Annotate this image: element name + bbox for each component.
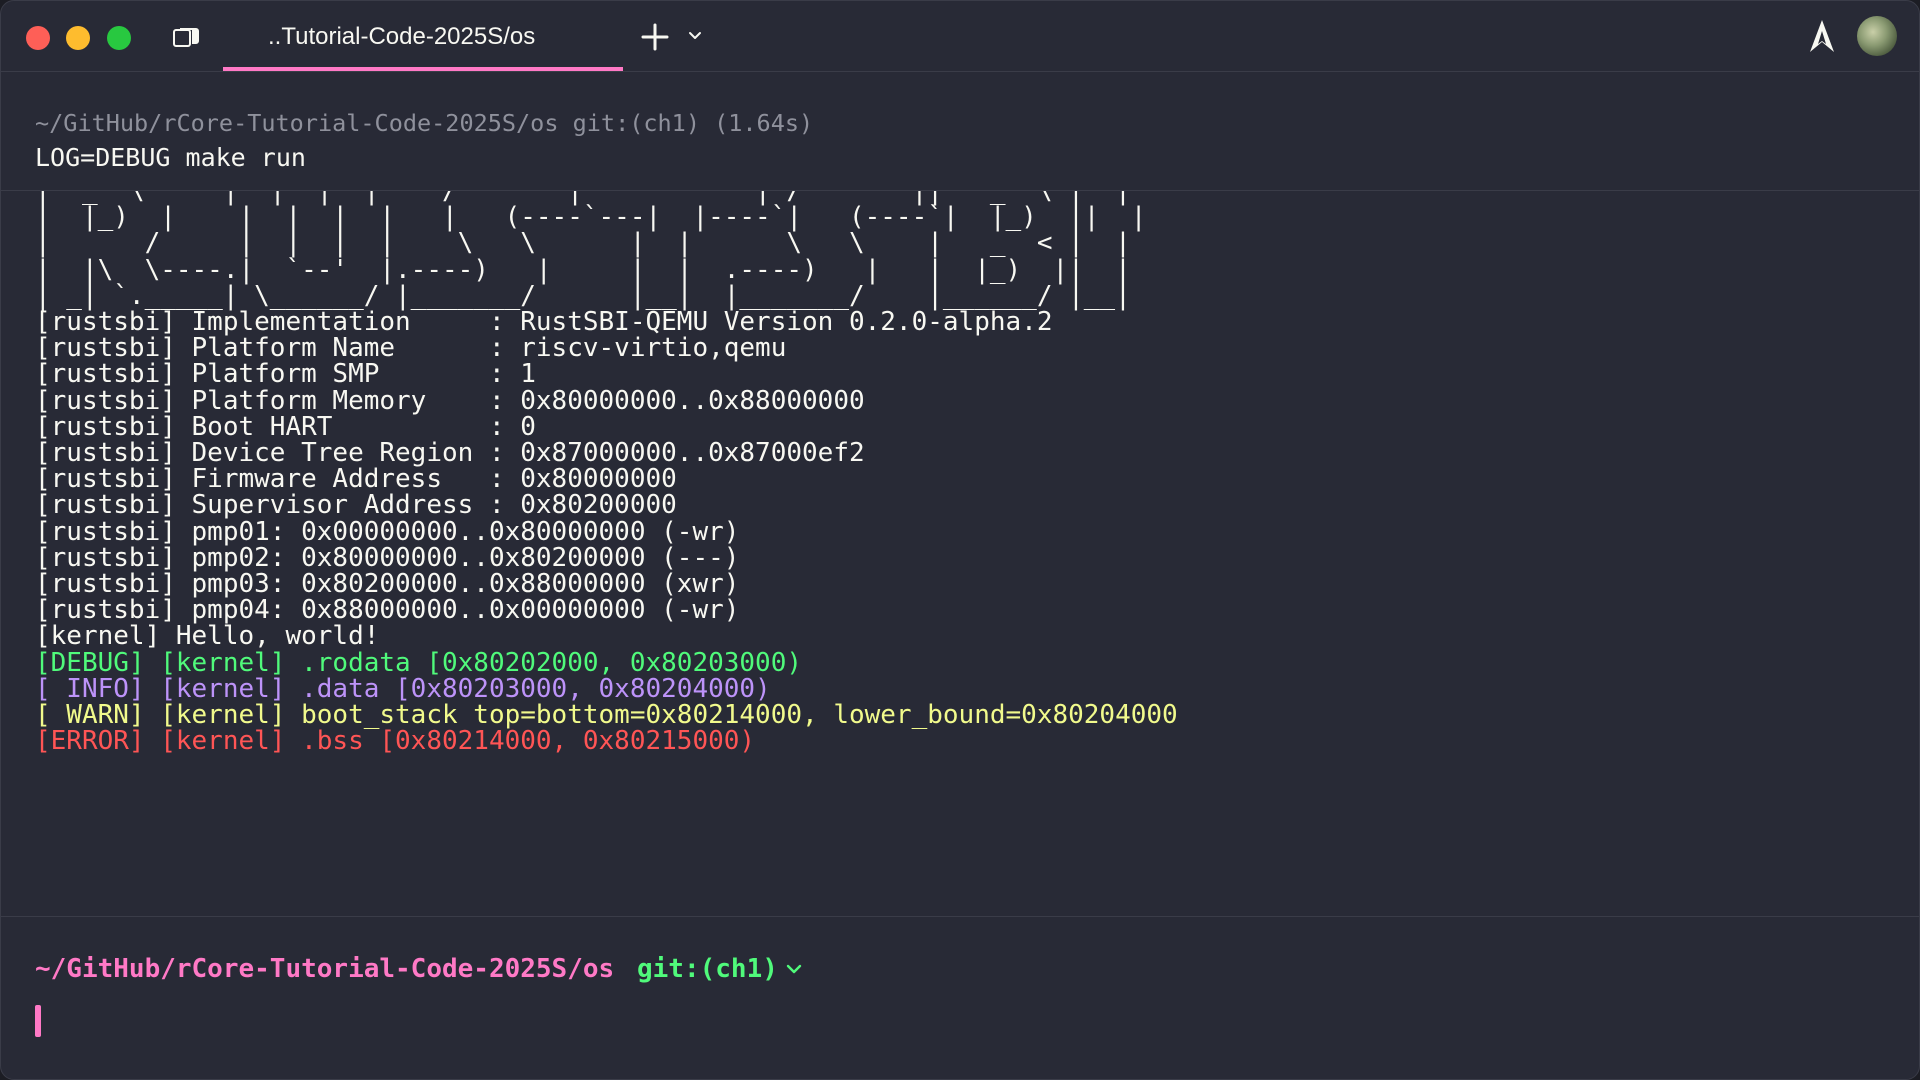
command-text: LOG=DEBUG make run xyxy=(35,143,306,172)
prompt-path: ~/GitHub/rCore-Tutorial-Code-2025S/os xyxy=(35,954,615,984)
prompt-git-branch[interactable]: git:(ch1) xyxy=(637,954,778,984)
avatar[interactable] xyxy=(1857,16,1897,56)
terminal-window: ..Tutorial-Code-2025S/os ~/GitHub/rCore-… xyxy=(0,0,1920,1080)
tab-title: ..Tutorial-Code-2025S/os xyxy=(268,23,536,50)
command-output: | _ \ | | | | / | | / || _ \ | | | |_) | … xyxy=(1,191,1919,917)
command-block-header[interactable]: ~/GitHub/rCore-Tutorial-Code-2025S/os gi… xyxy=(1,71,1919,191)
input-editor[interactable]: ~/GitHub/rCore-Tutorial-Code-2025S/os gi… xyxy=(1,917,1919,1079)
command-prompt: ~/GitHub/rCore-Tutorial-Code-2025S/os gi… xyxy=(35,109,814,137)
chevron-down-icon[interactable] xyxy=(784,959,804,979)
close-window-button[interactable] xyxy=(26,26,50,50)
sidebar-toggle-icon[interactable] xyxy=(173,25,201,49)
warp-logo-icon[interactable] xyxy=(1809,19,1835,53)
output-line: [ERROR] [kernel] .bss [0x80214000, 0x802… xyxy=(35,726,756,757)
text-cursor xyxy=(35,1005,41,1037)
title-bar: ..Tutorial-Code-2025S/os xyxy=(1,1,1919,72)
minimize-window-button[interactable] xyxy=(66,26,90,50)
tab-active[interactable]: ..Tutorial-Code-2025S/os xyxy=(223,1,623,71)
zoom-window-button[interactable] xyxy=(107,26,131,50)
plus-icon[interactable] xyxy=(639,21,671,53)
chevron-down-icon[interactable] xyxy=(686,27,704,45)
